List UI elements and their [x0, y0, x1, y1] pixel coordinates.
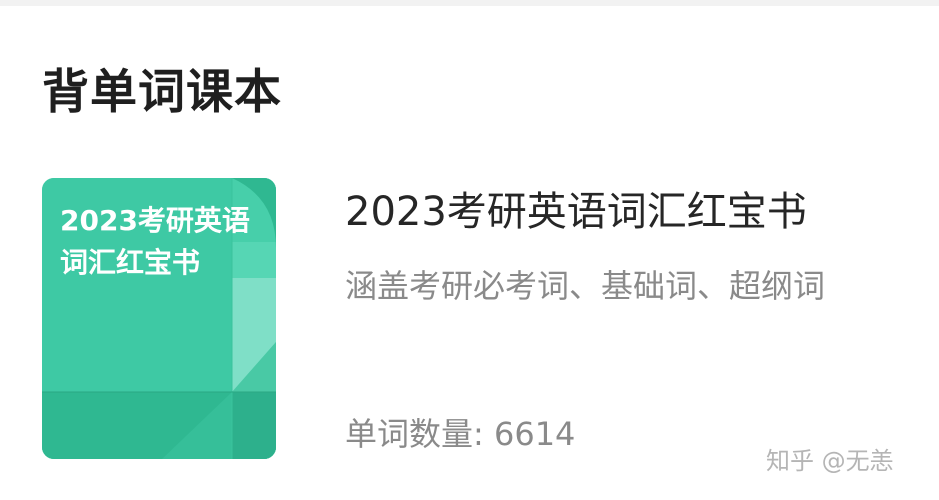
word-count: 单词数量: 6614	[345, 412, 575, 456]
book-title[interactable]: 2023考研英语词汇红宝书	[345, 186, 807, 238]
cover-title-line1: 2023考研英语	[60, 204, 250, 237]
section-title: 背单词课本	[42, 65, 282, 120]
watermark: 知乎 @无恙	[766, 447, 894, 475]
top-divider	[0, 0, 939, 6]
book-description: 涵盖考研必考词、基础词、超纲词	[345, 267, 826, 305]
book-cover[interactable]: 2023考研英语 词汇红宝书	[42, 178, 276, 459]
cover-title: 2023考研英语 词汇红宝书	[60, 200, 260, 284]
cover-title-line2: 词汇红宝书	[60, 246, 201, 279]
word-count-value: 6614	[493, 415, 576, 453]
book-card[interactable]: 2023考研英语 词汇红宝书 2023考研英语词汇红宝书 涵盖考研必考词、基础词…	[0, 160, 939, 480]
word-count-label: 单词数量:	[345, 415, 484, 453]
